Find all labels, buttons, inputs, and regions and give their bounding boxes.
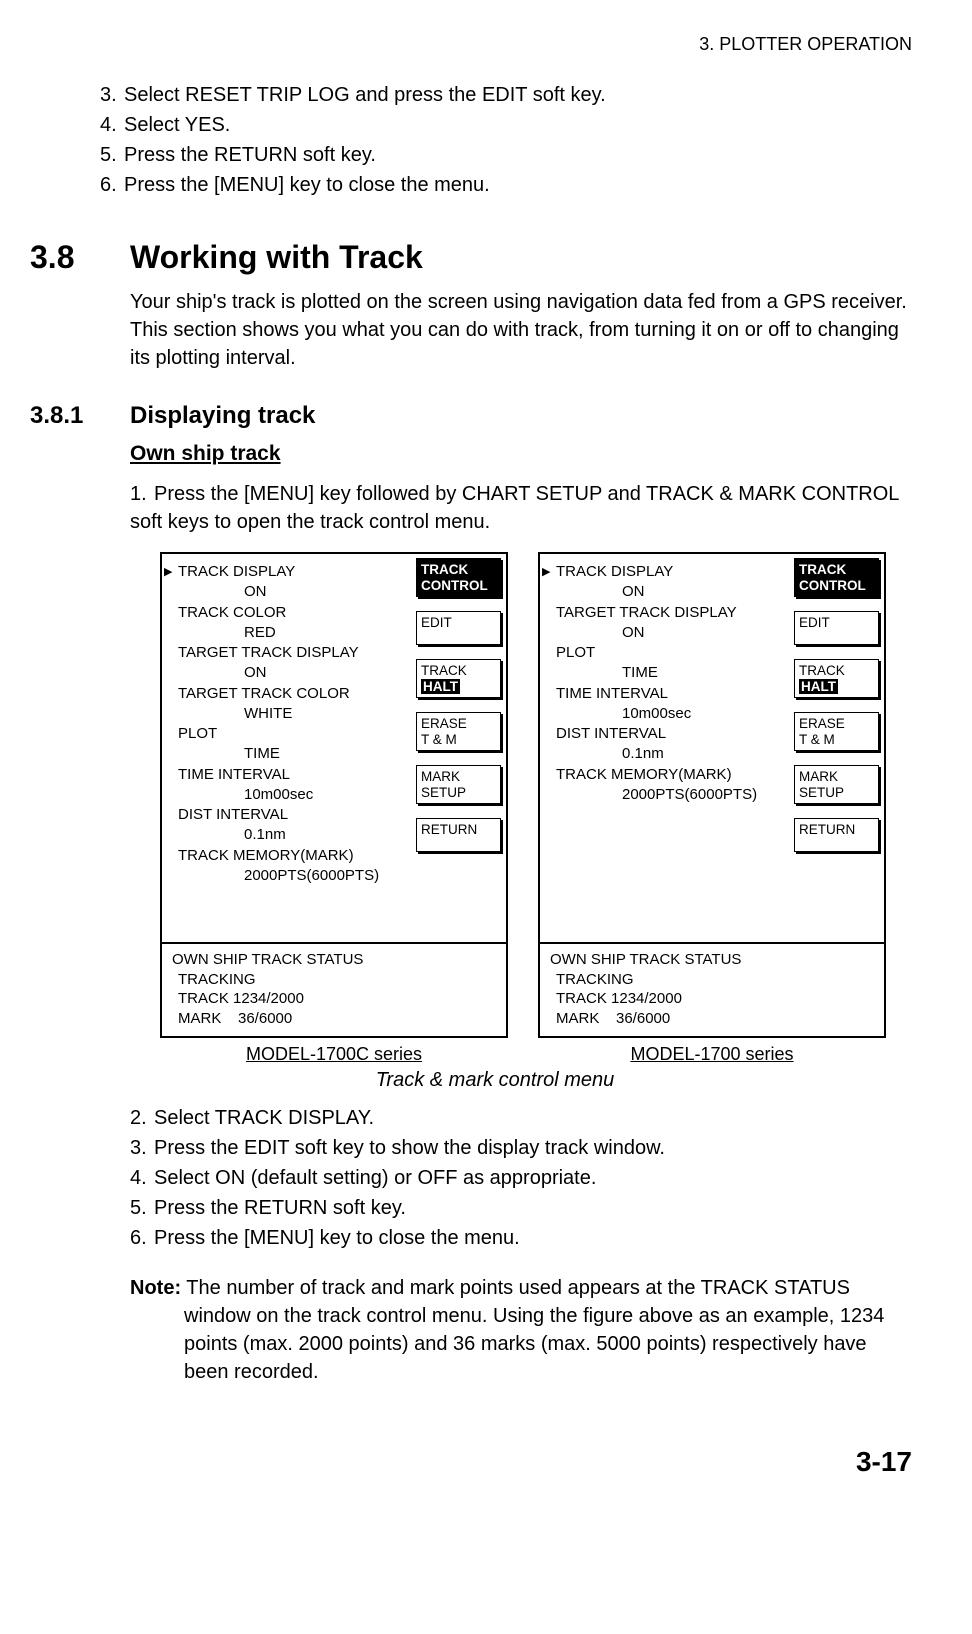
- continuation-steps: 3.Select RESET TRIP LOG and press the ED…: [100, 81, 912, 199]
- menu-item-time-interval: TIME INTERVAL: [556, 684, 790, 704]
- menu-value: 10m00sec: [556, 704, 790, 724]
- menu-list: TRACK DISPLAYON TRACK COLORRED TARGET TR…: [162, 554, 416, 942]
- step-text: Select YES.: [124, 114, 230, 136]
- softkey-column: TRACKCONTROL EDIT TRACKHALT ERASET & M M…: [794, 554, 884, 942]
- menu-value: TIME: [556, 663, 790, 683]
- menu-value: ON: [556, 623, 790, 643]
- softkey-column: TRACKCONTROL EDIT TRACKHALT ERASET & M M…: [416, 554, 506, 942]
- note-paragraph: Note: The number of track and mark point…: [130, 1274, 912, 1386]
- step-num: 4.: [100, 111, 124, 139]
- softkey-mark-setup: MARKSETUP: [794, 765, 879, 804]
- step-text: Press the [MENU] key followed by CHART S…: [130, 483, 899, 533]
- menu-item-dist-interval: DIST INTERVAL: [178, 805, 412, 825]
- menu-value: ON: [178, 582, 412, 602]
- status-title: OWN SHIP TRACK STATUS: [172, 950, 496, 970]
- panel-model-1700: TRACK DISPLAYON TARGET TRACK DISPLAYON P…: [538, 552, 886, 1038]
- panel-model-1700c: TRACK DISPLAYON TRACK COLORRED TARGET TR…: [160, 552, 508, 1038]
- menu-item-target-track-display: TARGET TRACK DISPLAY: [556, 603, 790, 623]
- menu-item-target-track-color: TARGET TRACK COLOR: [178, 684, 412, 704]
- softkey-return: RETURN: [416, 818, 501, 852]
- step-num: 1.: [130, 480, 154, 508]
- softkey-mark-setup: MARKSETUP: [416, 765, 501, 804]
- softkey-edit: EDIT: [416, 611, 501, 645]
- softkey-track-control: TRACKCONTROL: [794, 558, 879, 597]
- status-tracking: TRACKING: [550, 970, 874, 990]
- step-num: 4.: [130, 1164, 154, 1192]
- page-number: 3-17: [30, 1446, 912, 1478]
- softkey-erase-tm: ERASET & M: [794, 712, 879, 751]
- note-first-line: The number of track and mark points used…: [181, 1277, 850, 1299]
- menu-item-track-color: TRACK COLOR: [178, 603, 412, 623]
- step-num: 5.: [130, 1194, 154, 1222]
- section-title: Working with Track: [130, 239, 423, 276]
- menu-value: WHITE: [178, 704, 412, 724]
- step-num: 2.: [130, 1104, 154, 1132]
- note-rest: window on the track control menu. Using …: [130, 1302, 912, 1386]
- subsection-heading: 3.8.1 Displaying track: [30, 402, 912, 430]
- status-mark-points: MARK36/6000: [550, 1009, 874, 1029]
- step-num: 5.: [100, 141, 124, 169]
- softkey-track-halt: TRACKHALT: [416, 659, 501, 698]
- step-text: Select TRACK DISPLAY.: [154, 1107, 374, 1129]
- status-mark-points: MARK36/6000: [172, 1009, 496, 1029]
- step-text: Press the EDIT soft key to show the disp…: [154, 1137, 665, 1159]
- step-num: 3.: [130, 1134, 154, 1162]
- step-text: Press the RETURN soft key.: [124, 144, 376, 166]
- step-1: 1.Press the [MENU] key followed by CHART…: [130, 480, 912, 536]
- chapter-header: 3. PLOTTER OPERATION: [30, 34, 912, 55]
- section-paragraph: Your ship's track is plotted on the scre…: [130, 288, 912, 372]
- step-text: Select RESET TRIP LOG and press the EDIT…: [124, 84, 606, 106]
- subsection-title: Displaying track: [130, 402, 315, 430]
- status-tracking: TRACKING: [172, 970, 496, 990]
- step-text: Press the [MENU] key to close the menu.: [154, 1227, 520, 1249]
- menu-value: 2000PTS(6000PTS): [556, 785, 790, 805]
- menu-item-track-display: TRACK DISPLAY: [178, 562, 412, 582]
- menu-item-plot: PLOT: [556, 643, 790, 663]
- step-num: 6.: [100, 171, 124, 199]
- menu-item-time-interval: TIME INTERVAL: [178, 765, 412, 785]
- step-text: Press the [MENU] key to close the menu.: [124, 174, 490, 196]
- menu-list: TRACK DISPLAYON TARGET TRACK DISPLAYON P…: [540, 554, 794, 942]
- menu-item-target-track-display: TARGET TRACK DISPLAY: [178, 643, 412, 663]
- menu-item-plot: PLOT: [178, 724, 412, 744]
- softkey-return: RETURN: [794, 818, 879, 852]
- menu-value: TIME: [178, 744, 412, 764]
- menu-item-track-display: TRACK DISPLAY: [556, 562, 790, 582]
- menu-value: 2000PTS(6000PTS): [178, 866, 412, 886]
- menu-value: RED: [178, 623, 412, 643]
- status-title: OWN SHIP TRACK STATUS: [550, 950, 874, 970]
- panel-a-label: MODEL-1700C series: [160, 1044, 508, 1065]
- menu-item-dist-interval: DIST INTERVAL: [556, 724, 790, 744]
- step-text: Select ON (default setting) or OFF as ap…: [154, 1167, 596, 1189]
- figure-labels: MODEL-1700C series MODEL-1700 series: [160, 1044, 912, 1065]
- menu-item-track-memory: TRACK MEMORY(MARK): [178, 846, 412, 866]
- softkey-erase-tm: ERASET & M: [416, 712, 501, 751]
- menu-value: ON: [556, 582, 790, 602]
- section-number: 3.8: [30, 239, 130, 276]
- menu-value: 0.1nm: [556, 744, 790, 764]
- status-box: OWN SHIP TRACK STATUS TRACKING TRACK 123…: [540, 942, 884, 1036]
- steps-after-figure: 2.Select TRACK DISPLAY. 3.Press the EDIT…: [130, 1104, 912, 1252]
- own-ship-track-heading: Own ship track: [130, 442, 912, 466]
- figure-caption: Track & mark control menu: [130, 1069, 860, 1092]
- subsection-number: 3.8.1: [30, 402, 130, 430]
- status-box: OWN SHIP TRACK STATUS TRACKING TRACK 123…: [162, 942, 506, 1036]
- softkey-track-control: TRACKCONTROL: [416, 558, 501, 597]
- menu-value: 0.1nm: [178, 825, 412, 845]
- panel-b-label: MODEL-1700 series: [538, 1044, 886, 1065]
- menu-value: 10m00sec: [178, 785, 412, 805]
- menu-value: ON: [178, 663, 412, 683]
- status-track-points: TRACK 1234/2000: [550, 989, 874, 1009]
- note-label: Note:: [130, 1277, 181, 1299]
- step-num: 3.: [100, 81, 124, 109]
- section-heading: 3.8 Working with Track: [30, 239, 912, 276]
- step-num: 6.: [130, 1224, 154, 1252]
- softkey-edit: EDIT: [794, 611, 879, 645]
- menu-item-track-memory: TRACK MEMORY(MARK): [556, 765, 790, 785]
- status-track-points: TRACK 1234/2000: [172, 989, 496, 1009]
- step-text: Press the RETURN soft key.: [154, 1197, 406, 1219]
- softkey-track-halt: TRACKHALT: [794, 659, 879, 698]
- track-menu-figure: TRACK DISPLAYON TRACK COLORRED TARGET TR…: [160, 552, 912, 1038]
